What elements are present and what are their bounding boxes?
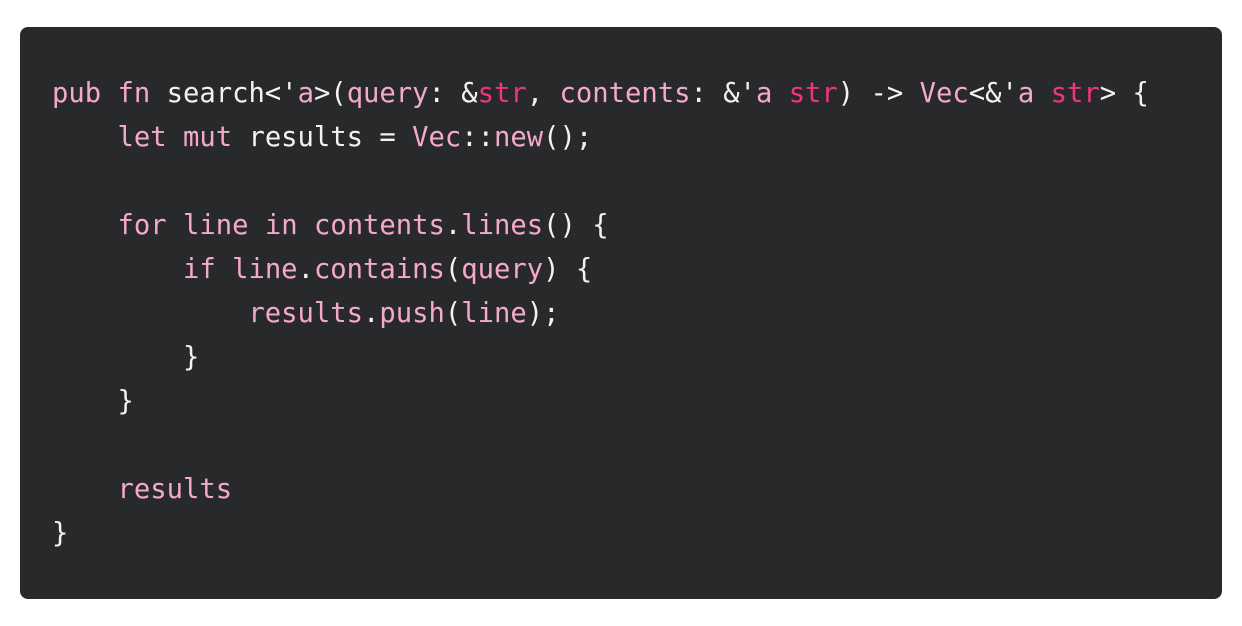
code-content: pub fn search<'a>(query: &str, contents:…: [52, 72, 1149, 556]
code-token: str: [477, 78, 527, 109]
code-token: ,: [526, 78, 560, 109]
code-token: }: [52, 386, 134, 417]
code-line: for line in contents.lines() {: [52, 204, 1149, 248]
code-token: for: [117, 210, 167, 241]
code-token: let: [117, 122, 167, 153]
code-token: a: [297, 78, 314, 109]
code-token: (: [444, 254, 462, 285]
code-token: if: [182, 254, 216, 285]
code-token: results =: [232, 122, 413, 153]
code-token: query: [346, 78, 429, 109]
code-token: Vec: [412, 122, 462, 153]
code-token: ) {: [543, 254, 593, 285]
code-token: pub: [52, 78, 102, 109]
code-line: if line.contains(query) {: [52, 248, 1149, 292]
code-token: .: [363, 298, 380, 329]
code-token: .: [444, 210, 462, 241]
code-token: <&': [968, 78, 1018, 109]
code-token: >(: [313, 78, 347, 109]
code-line: }: [52, 512, 1149, 556]
code-token: : &: [428, 78, 478, 109]
code-token: line: [461, 298, 527, 329]
code-token: contents: [313, 210, 445, 241]
code-token: contains: [313, 254, 445, 285]
code-token: ::: [461, 122, 494, 153]
code-token: a: [1017, 78, 1035, 109]
code-token: contents: [559, 78, 691, 109]
code-token: (: [444, 298, 462, 329]
code-token: search<': [150, 78, 298, 109]
code-token: results: [248, 298, 363, 329]
code-token: ) ->: [837, 78, 920, 109]
code-line: let mut results = Vec::new();: [52, 116, 1149, 160]
code-token: > {: [1099, 78, 1149, 109]
code-token: str: [788, 78, 838, 109]
code-token: in: [264, 210, 298, 241]
code-token: lines: [461, 210, 544, 241]
code-block: pub fn search<'a>(query: &str, contents:…: [20, 27, 1222, 599]
code-line: results: [52, 468, 1149, 512]
code-token: ();: [543, 122, 593, 153]
code-token: str: [1050, 78, 1100, 109]
code-token: : &': [690, 78, 756, 109]
code-token: }: [52, 342, 200, 373]
code-token: .: [297, 254, 314, 285]
code-token: new: [494, 122, 544, 153]
code-token: line: [232, 254, 298, 285]
code-token: Vec: [919, 78, 969, 109]
code-token: }: [52, 518, 69, 549]
code-token: results: [117, 474, 233, 505]
code-token: a: [755, 78, 773, 109]
code-token: );: [526, 298, 560, 329]
code-line: }: [52, 336, 1149, 380]
code-line: }: [52, 380, 1149, 424]
code-token: push: [379, 298, 445, 329]
code-token: query: [461, 254, 544, 285]
code-token: line: [182, 210, 249, 241]
code-line: pub fn search<'a>(query: &str, contents:…: [52, 72, 1149, 116]
code-line: results.push(line);: [52, 292, 1149, 336]
code-token: () {: [543, 210, 609, 241]
code-token: mut: [182, 122, 233, 153]
code-token: fn: [117, 78, 151, 109]
